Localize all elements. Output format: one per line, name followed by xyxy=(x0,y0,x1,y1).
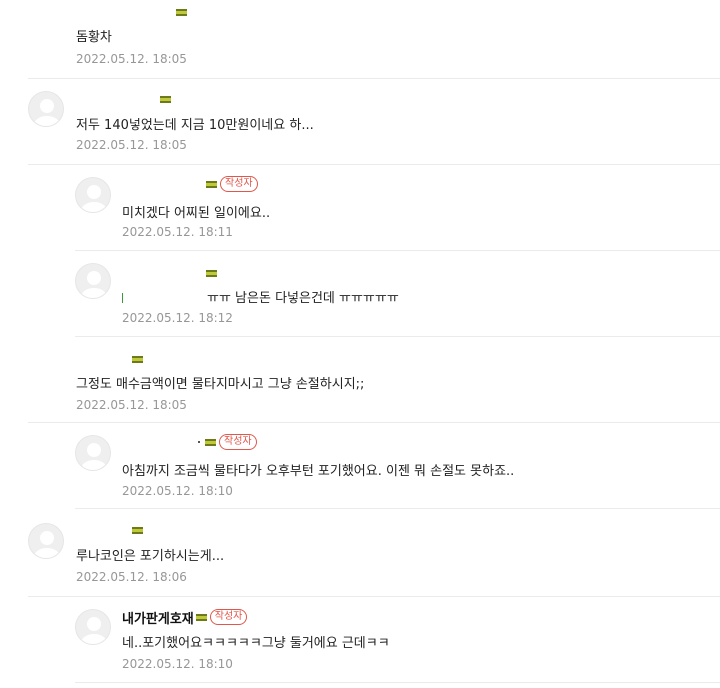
divider xyxy=(75,682,720,683)
nickname-dot xyxy=(198,441,200,443)
comment-reply-item: 작성자 아침까지 조금씩 물타다가 오후부턴 포기했어요. 이젠 뭐 손절도 못… xyxy=(75,434,720,506)
author-badge: 작성자 xyxy=(209,609,248,625)
divider xyxy=(75,250,720,251)
avatar[interactable] xyxy=(28,91,64,127)
comment-date: 2022.05.12. 18:12 xyxy=(122,311,233,325)
comment-text: 아침까지 조금씩 물타다가 오후부턴 포기했어요. 이젠 뭐 손절도 못하죠.. xyxy=(122,464,515,479)
comment-item: 저두 140넣었는데 지금 10만원이네요 하... 2022.05.12. 1… xyxy=(28,90,720,162)
author-badge: 작성자 xyxy=(219,434,257,450)
level-icon xyxy=(206,269,217,277)
comment-author xyxy=(130,522,143,538)
level-icon xyxy=(205,438,216,446)
comment-date: 2022.05.12. 18:05 xyxy=(76,52,187,66)
comment-author xyxy=(130,351,143,367)
comment-author: 작성자 xyxy=(198,434,257,450)
avatar[interactable] xyxy=(75,263,111,299)
comment-text: 네..포기했어요ㅋㅋㅋㅋㅋ그냥 둘거에요 근데ㅋㅋ xyxy=(122,636,390,651)
level-icon xyxy=(132,526,143,534)
divider xyxy=(28,164,720,165)
author-badge: 작성자 xyxy=(220,176,258,192)
level-icon xyxy=(176,8,187,16)
comment-reply-item: 작성자 미치겠다 어찌된 일이에요.. 2022.05.12. 18:11 xyxy=(75,176,720,248)
comment-item: 루나코인은 포기하시는게... 2022.05.12. 18:06 xyxy=(28,520,720,592)
divider xyxy=(28,78,720,79)
comment-text: 루나코인은 포기하시는게... xyxy=(76,549,225,564)
comment-date: 2022.05.12. 18:11 xyxy=(122,225,233,239)
comment-date: 2022.05.12. 18:10 xyxy=(122,484,233,498)
comment-date: 2022.05.12. 18:05 xyxy=(76,138,187,152)
comment-text-content: ㅠㅠ 남은돈 다넣은건데 ㅠㅠㅠㅠㅠ xyxy=(207,291,399,306)
level-icon xyxy=(160,95,171,103)
avatar[interactable] xyxy=(75,177,111,213)
comment-item: 돔황차 2022.05.12. 18:05 xyxy=(28,0,720,78)
comment-author xyxy=(174,4,187,20)
text-marker xyxy=(122,293,123,303)
comment-item: 그정도 매수금액이면 물타지마시고 그냥 손절하시지;; 2022.05.12.… xyxy=(28,348,720,420)
comment-text: 저두 140넣었는데 지금 10만원이네요 하... xyxy=(76,118,314,133)
comment-author xyxy=(204,265,217,281)
divider xyxy=(28,596,720,597)
comment-date: 2022.05.12. 18:05 xyxy=(76,398,187,412)
comment-author: 내가판게호재 작성자 xyxy=(122,608,248,627)
comment-reply-item: 내가판게호재 작성자 네..포기했어요ㅋㅋㅋㅋㅋ그냥 둘거에요 근데ㅋㅋ 202… xyxy=(75,606,720,678)
avatar[interactable] xyxy=(28,523,64,559)
avatar[interactable] xyxy=(75,609,111,645)
level-icon xyxy=(132,355,143,363)
divider xyxy=(28,422,720,423)
comment-date: 2022.05.12. 18:10 xyxy=(122,657,233,671)
comment-text: 미치겠다 어찌된 일이에요.. xyxy=(122,206,271,221)
level-icon xyxy=(195,613,207,621)
divider xyxy=(75,508,720,509)
comment-text: 돔황차 xyxy=(76,30,112,45)
level-icon xyxy=(206,180,217,188)
nickname[interactable]: 내가판게호재 xyxy=(122,608,194,627)
comment-reply-item: ㅠㅠ 남은돈 다넣은건데 ㅠㅠㅠㅠㅠ 2022.05.12. 18:12 xyxy=(75,262,720,334)
comment-text: 그정도 매수금액이면 물타지마시고 그냥 손절하시지;; xyxy=(76,377,365,392)
comment-text: ㅠㅠ 남은돈 다넣은건데 ㅠㅠㅠㅠㅠ xyxy=(122,287,399,306)
divider xyxy=(75,336,720,337)
comment-author xyxy=(158,91,171,107)
comment-date: 2022.05.12. 18:06 xyxy=(76,570,187,584)
comment-author: 작성자 xyxy=(204,176,258,192)
avatar[interactable] xyxy=(75,435,111,471)
